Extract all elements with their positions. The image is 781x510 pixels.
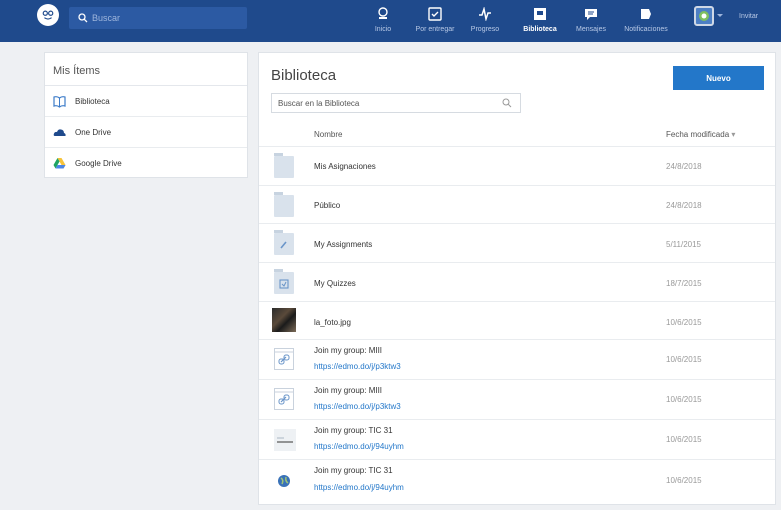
table-row[interactable]: la_foto.jpg 10/6/2015 xyxy=(259,301,775,339)
table-row[interactable]: Join my group: MIII https://edmo.do/j/p3… xyxy=(259,379,775,419)
item-date: 18/7/2015 xyxy=(666,279,702,288)
assignment-folder-icon xyxy=(274,230,294,255)
pencil-icon xyxy=(280,241,287,249)
global-search-placeholder: Buscar xyxy=(92,13,121,23)
messages-icon xyxy=(585,9,597,20)
nav-progress[interactable]: Progreso xyxy=(470,0,500,42)
nav-label: Por entregar xyxy=(415,26,455,33)
quiz-folder-icon xyxy=(274,269,294,294)
sidebar-item-library[interactable]: Biblioteca xyxy=(45,86,247,117)
library-search[interactable] xyxy=(271,93,521,113)
sort-arrow-icon: ▾ xyxy=(731,130,736,139)
table-row[interactable]: Join my group: TIC 31 https://edmo.do/j/… xyxy=(259,459,775,504)
user-avatar[interactable] xyxy=(694,6,714,26)
sidebar-item-label: One Drive xyxy=(75,127,112,137)
chain-link-icon xyxy=(275,351,293,365)
document-lines-icon xyxy=(277,437,293,443)
nav-library[interactable]: Biblioteca xyxy=(522,0,558,42)
table-row[interactable]: Join my group: MIII https://edmo.do/j/p3… xyxy=(259,339,775,379)
quiz-icon xyxy=(279,279,289,289)
home-icon xyxy=(378,7,388,19)
library-icon xyxy=(534,8,546,20)
chevron-down-icon[interactable] xyxy=(717,14,723,17)
folder-tab xyxy=(274,153,283,156)
chain-link-icon xyxy=(275,391,293,405)
table-row[interactable]: My Assignments 5/11/2015 xyxy=(259,223,775,262)
table-row[interactable]: My Quizzes 18/7/2015 xyxy=(259,262,775,301)
book-icon xyxy=(53,95,66,108)
invite-link[interactable]: Invitar xyxy=(739,13,758,20)
sidebar-item-onedrive[interactable]: One Drive xyxy=(45,117,247,148)
photo-thumbnail xyxy=(272,308,296,332)
folder-tab xyxy=(274,192,283,195)
item-name: Público xyxy=(314,201,341,210)
item-name: Join my group: TIC 31 xyxy=(314,426,393,435)
item-name: la_foto.jpg xyxy=(314,318,351,327)
link-icon xyxy=(274,388,294,410)
folder-icon xyxy=(274,153,294,178)
folder-tab xyxy=(274,230,283,233)
link-icon xyxy=(274,348,294,370)
progress-icon xyxy=(479,7,491,21)
item-date: 10/6/2015 xyxy=(666,318,702,327)
library-panel: Biblioteca Nuevo Nombre Fecha modificada… xyxy=(258,52,776,505)
item-name: Mis Asignaciones xyxy=(314,162,376,171)
page-title: Biblioteca xyxy=(271,67,337,84)
nav-label: Notificaciones xyxy=(624,26,668,33)
item-name: Join my group: TIC 31 xyxy=(314,466,393,475)
column-header-name[interactable]: Nombre xyxy=(314,130,342,139)
item-date: 24/8/2018 xyxy=(666,162,702,171)
search-icon xyxy=(78,13,88,23)
google-drive-icon xyxy=(53,158,66,169)
table-row[interactable]: Público 24/8/2018 xyxy=(259,185,775,223)
library-search-input[interactable] xyxy=(278,98,498,108)
link-preview-thumbnail xyxy=(274,429,296,451)
sidebar-item-label: Biblioteca xyxy=(75,96,110,106)
my-items-title: Mis Ítems xyxy=(45,53,247,86)
global-search-input[interactable]: Buscar xyxy=(69,7,247,29)
nav-notifications[interactable]: Notificaciones xyxy=(622,0,670,42)
item-date: 24/8/2018 xyxy=(666,201,702,210)
cloud-icon xyxy=(53,128,66,136)
nav-label: Progreso xyxy=(470,26,500,33)
item-link[interactable]: https://edmo.do/j/94uyhm xyxy=(314,442,404,451)
item-name: Join my group: MIII xyxy=(314,346,383,355)
item-name: Join my group: MIII xyxy=(314,386,383,395)
new-button[interactable]: Nuevo xyxy=(673,66,764,90)
nav-home[interactable]: Inicio xyxy=(371,0,395,42)
item-name: My Quizzes xyxy=(314,279,356,288)
column-header-date-label: Fecha modificada xyxy=(666,130,730,139)
item-date: 10/6/2015 xyxy=(666,395,702,404)
item-date: 5/11/2015 xyxy=(666,240,701,249)
column-header-date[interactable]: Fecha modificada ▾ xyxy=(666,130,735,139)
top-navigation-bar: Buscar Inicio Por entregar Progreso Bibl… xyxy=(0,0,781,42)
avatar-icon xyxy=(699,11,709,21)
item-date: 10/6/2015 xyxy=(666,435,702,444)
nav-label: Biblioteca xyxy=(523,26,557,33)
item-name: My Assignments xyxy=(314,240,373,249)
nav-label: Inicio xyxy=(374,26,392,33)
item-link[interactable]: https://edmo.do/j/94uyhm xyxy=(314,483,404,492)
folder-tab xyxy=(274,269,283,272)
item-link[interactable]: https://edmo.do/j/p3ktw3 xyxy=(314,402,401,411)
nav-messages[interactable]: Mensajes xyxy=(576,0,606,42)
globe-icon xyxy=(278,475,290,487)
nav-due[interactable]: Por entregar xyxy=(414,0,456,42)
public-folder-icon xyxy=(274,192,294,217)
nav-label: Mensajes xyxy=(576,26,606,33)
globe-icon xyxy=(274,471,294,493)
inbox-icon xyxy=(428,7,442,21)
table-row[interactable]: Mis Asignaciones 24/8/2018 xyxy=(259,146,775,185)
edmodo-logo-icon[interactable] xyxy=(37,4,59,26)
item-date: 10/6/2015 xyxy=(666,355,702,364)
item-date: 10/6/2015 xyxy=(666,476,702,485)
table-row[interactable]: Join my group: TIC 31 https://edmo.do/j/… xyxy=(259,419,775,459)
sidebar-item-label: Google Drive xyxy=(75,159,122,168)
item-link[interactable]: https://edmo.do/j/p3ktw3 xyxy=(314,362,401,371)
sidebar-item-google-drive[interactable]: Google Drive xyxy=(45,148,247,179)
my-items-panel: Mis Ítems Biblioteca One Drive Google Dr… xyxy=(44,52,248,178)
notifications-icon xyxy=(641,9,651,19)
search-icon[interactable] xyxy=(502,98,512,108)
